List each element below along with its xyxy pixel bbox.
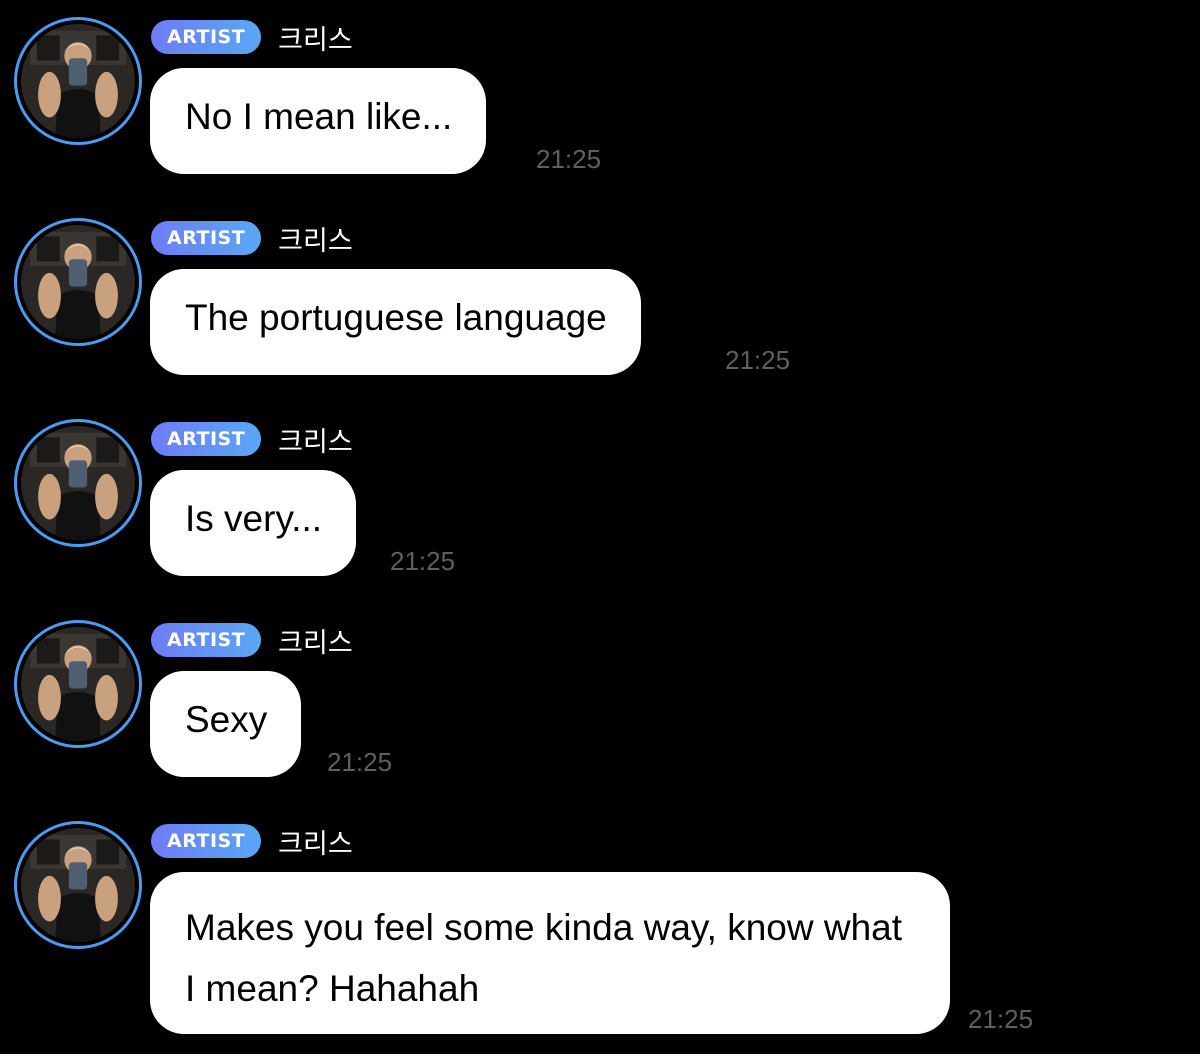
sender-name: 크리스: [278, 828, 353, 860]
artist-badge: ARTIST: [151, 221, 262, 255]
artist-badge: ARTIST: [151, 824, 262, 858]
artist-badge: ARTIST: [151, 20, 262, 54]
artist-badge: ARTIST: [151, 623, 262, 657]
avatar[interactable]: [14, 620, 142, 748]
message-row: ARTIST 크리스 Is very... 21:25: [0, 402, 1200, 602]
message-header: ARTIST 크리스: [151, 219, 353, 257]
artist-badge: ARTIST: [151, 422, 262, 456]
avatar[interactable]: [14, 218, 142, 346]
chat-thread: ARTIST 크리스 No I mean like... 21:25 ARTIS…: [0, 0, 1200, 1054]
message-bubble[interactable]: No I mean like...: [150, 68, 487, 174]
avatar[interactable]: [14, 419, 142, 547]
message-bubble[interactable]: Sexy: [150, 671, 302, 777]
message-bubble[interactable]: The portuguese language: [150, 269, 641, 375]
avatar-photo: [21, 828, 135, 942]
message-row: ARTIST 크리스 Sexy 21:25: [0, 603, 1200, 803]
message-row: ARTIST 크리스 No I mean like... 21:25: [0, 0, 1200, 200]
avatar-photo: [21, 225, 135, 339]
sender-name: 크리스: [278, 426, 353, 458]
message-header: ARTIST 크리스: [151, 420, 353, 458]
avatar[interactable]: [14, 17, 142, 145]
message-header: ARTIST 크리스: [151, 18, 353, 56]
message-timestamp: 21:25: [968, 1004, 1034, 1034]
message-timestamp: 21:25: [327, 747, 393, 777]
message-header: ARTIST 크리스: [151, 621, 353, 659]
message-header: ARTIST 크리스: [151, 822, 353, 860]
message-bubble[interactable]: Makes you feel some kinda way, know what…: [150, 872, 950, 1034]
message-timestamp: 21:25: [725, 345, 791, 375]
sender-name: 크리스: [278, 627, 353, 659]
avatar[interactable]: [14, 821, 142, 949]
message-timestamp: 21:25: [390, 546, 456, 576]
message-row: ARTIST 크리스 Makes you feel some kinda way…: [0, 804, 1200, 1054]
message-timestamp: 21:25: [536, 144, 602, 174]
avatar-photo: [21, 627, 135, 741]
sender-name: 크리스: [278, 225, 353, 257]
message-bubble[interactable]: Is very...: [150, 470, 357, 576]
avatar-photo: [21, 24, 135, 138]
avatar-photo: [21, 426, 135, 540]
message-row: ARTIST 크리스 The portuguese language 21:25: [0, 201, 1200, 401]
sender-name: 크리스: [278, 24, 353, 56]
